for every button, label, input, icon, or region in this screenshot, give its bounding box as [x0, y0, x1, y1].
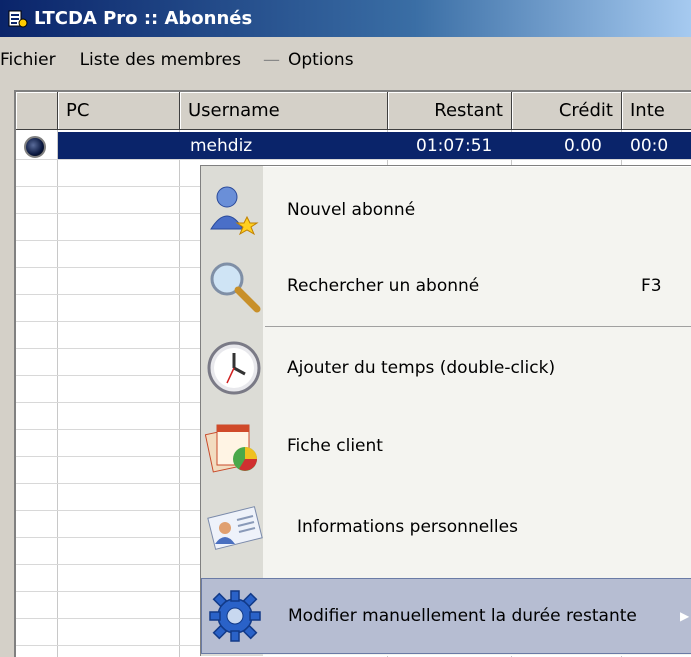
menu-item-rechercher[interactable]: Rechercher un abonné F3	[201, 250, 691, 322]
menu-item-fiche-client[interactable]: Fiche client	[201, 410, 691, 482]
header-restant-label: Restant	[434, 100, 503, 121]
header-credit[interactable]: Crédit	[512, 92, 622, 130]
header-pc-label: PC	[66, 100, 90, 121]
title-bar: LTCDA Pro :: Abonnés	[0, 0, 691, 37]
menu-item-informations-personnelles[interactable]: Informations personnelles	[201, 488, 691, 566]
header-restant[interactable]: Restant	[388, 92, 512, 130]
magnifier-icon	[205, 257, 263, 315]
column-line	[179, 130, 180, 657]
menu-separator: —	[262, 50, 280, 70]
menu-item-nouvel-abonne[interactable]: Nouvel abonné	[201, 174, 691, 246]
menu-fichier[interactable]: Fichier	[0, 50, 66, 70]
menu-bar: Fichier Liste des membres — Options	[0, 37, 691, 83]
submenu-arrow-icon: ▶	[680, 609, 690, 623]
cell-inte: 00:0	[630, 136, 669, 156]
window-title: LTCDA Pro :: Abonnés	[34, 8, 253, 29]
id-card-icon	[205, 498, 263, 556]
header-credit-label: Crédit	[558, 100, 613, 121]
menu-item-ajouter-temps[interactable]: Ajouter du temps (double-click)	[201, 332, 691, 404]
row-status-indicator[interactable]	[24, 136, 46, 158]
menu-item-modifier-duree[interactable]: Modifier manuellement la durée restante …	[201, 578, 691, 654]
header-inte-label: Inte	[630, 100, 665, 121]
header-select[interactable]	[16, 92, 58, 130]
cell-restant: 01:07:51	[416, 136, 493, 156]
cell-credit: 0.00	[564, 136, 602, 156]
menu-liste-des-membres[interactable]: Liste des membres	[66, 50, 251, 70]
client-card-icon	[204, 417, 263, 475]
gear-icon	[206, 587, 264, 645]
menu-item-label: Informations personnelles	[297, 517, 518, 537]
menu-options[interactable]: Options	[280, 50, 364, 70]
new-user-icon	[205, 181, 263, 239]
menu-item-label: Ajouter du temps (double-click)	[287, 358, 556, 378]
clock-icon	[205, 339, 263, 397]
header-username-label: Username	[188, 100, 280, 121]
column-line	[57, 130, 58, 657]
menu-item-label: Rechercher un abonné	[287, 276, 480, 296]
menu-item-label: Nouvel abonné	[287, 200, 416, 220]
row-line	[16, 159, 691, 160]
header-inte[interactable]: Inte	[622, 92, 691, 130]
header-pc[interactable]: PC	[58, 92, 180, 130]
cell-username: mehdiz	[190, 136, 253, 156]
context-menu: Nouvel abonné Rechercher un abonné F3 Aj…	[200, 165, 691, 656]
app-icon	[8, 9, 28, 29]
menu-divider	[265, 326, 691, 327]
header-username[interactable]: Username	[180, 92, 388, 130]
menu-item-shortcut: F3	[641, 276, 662, 296]
menu-item-label: Modifier manuellement la durée restante	[288, 606, 637, 626]
menu-item-label: Fiche client	[287, 436, 383, 456]
